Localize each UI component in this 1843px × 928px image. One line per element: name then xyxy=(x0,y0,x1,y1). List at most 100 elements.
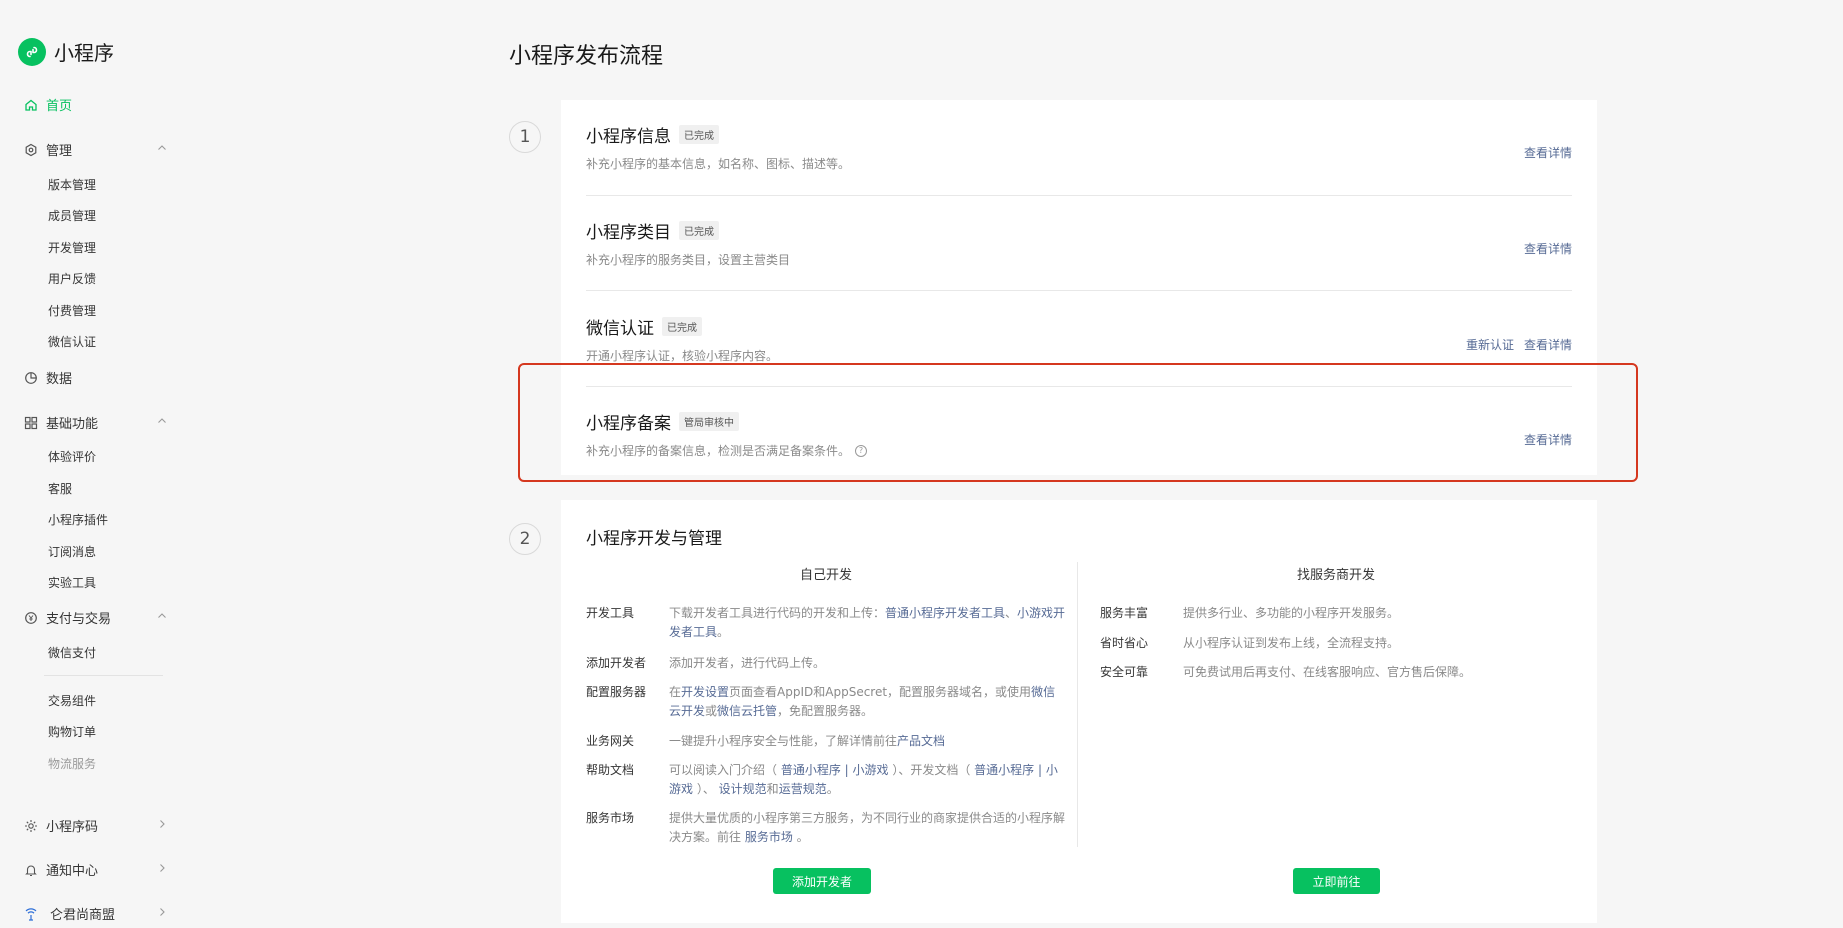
info-label: 安全可靠 xyxy=(1100,665,1149,679)
page-title: 小程序发布流程 xyxy=(509,44,664,69)
nav-group-manage-label: 管理 xyxy=(46,144,73,159)
sidebar-item-subscribe[interactable]: 订阅消息 xyxy=(48,543,96,560)
sidebar-item-wechat-pay[interactable]: 微信支付 xyxy=(48,644,96,661)
info-text: 可以阅读入门介绍（ xyxy=(669,763,781,777)
info-text: 在 xyxy=(669,685,682,699)
sun-icon xyxy=(24,819,38,833)
link-product-docs[interactable]: 产品文档 xyxy=(897,734,945,748)
info-text: 下载开发者工具进行代码的开发和上传： xyxy=(669,606,886,620)
link-service-market[interactable]: 服务市场 xyxy=(745,830,793,844)
link-design-spec[interactable]: 设计规范 xyxy=(719,782,767,796)
link-ops-spec[interactable]: 运营规范 xyxy=(779,782,827,796)
info-text: ）、开发文档（ xyxy=(888,763,975,777)
sidebar-item-rating[interactable]: 体验评价 xyxy=(48,448,96,465)
nav-group-qrcode[interactable]: 小程序码 xyxy=(24,816,168,835)
nav-group-alliance[interactable]: 仑君尚商盟 xyxy=(24,904,168,923)
link-dev-settings[interactable]: 开发设置 xyxy=(681,685,729,699)
info-text: | xyxy=(840,763,853,777)
app-logo[interactable]: 小程序 xyxy=(18,37,114,66)
info-text: 、 xyxy=(1005,606,1018,620)
nav-group-pay[interactable]: 支付与交易 xyxy=(24,608,168,627)
view-details-link[interactable]: 查看详情 xyxy=(1524,336,1572,353)
nav-group-basic[interactable]: 基础功能 xyxy=(24,413,168,432)
info-label: 帮助文档 xyxy=(586,763,635,777)
step-title: 小程序类目 xyxy=(586,223,671,243)
nav-group-alliance-label: 仑君尚商盟 xyxy=(50,908,116,923)
settings-hex-icon xyxy=(24,143,38,157)
step-row-category: 小程序类目 已完成 补充小程序的服务类目，设置主营类目 查看详情 xyxy=(586,218,1572,268)
miniprogram-logo-icon xyxy=(18,37,46,66)
step-desc: 补充小程序的服务类目，设置主营类目 xyxy=(586,253,791,267)
nav-group-manage[interactable]: 管理 xyxy=(24,140,168,159)
view-details-link[interactable]: 查看详情 xyxy=(1524,240,1572,257)
info-label: 开发工具 xyxy=(586,606,635,620)
step-row-info: 小程序信息 已完成 补充小程序的基本信息，如名称、图标、描述等。 查看详情 xyxy=(586,122,1572,172)
sidebar: 小程序 首页 管理 版本管理 成员管理 开发管理 用户反馈 付费管理 微信认证 … xyxy=(0,0,190,928)
info-text: | xyxy=(1034,763,1046,777)
app-name: 小程序 xyxy=(54,41,114,65)
dev-manage-card: 小程序开发与管理 自己开发 找服务商开发 开发工具 下载开发者工具进行代码的开发… xyxy=(561,500,1597,923)
step-title: 微信认证 xyxy=(586,319,654,339)
chevron-up-icon xyxy=(156,415,168,431)
sidebar-item-billing[interactable]: 付费管理 xyxy=(48,302,96,319)
nav-group-pay-label: 支付与交易 xyxy=(46,612,112,627)
info-text: 提供大量优质的小程序第三方服务，为不同行业的商家提供合适的小程序解决方案。前往 xyxy=(669,811,1066,844)
nav-group-basic-label: 基础功能 xyxy=(46,417,99,432)
sidebar-item-orders[interactable]: 购物订单 xyxy=(48,723,96,740)
chevron-up-icon xyxy=(156,142,168,158)
publish-steps-card: 小程序信息 已完成 补充小程序的基本信息，如名称、图标、描述等。 查看详情 小程序… xyxy=(561,100,1597,475)
view-details-link[interactable]: 查看详情 xyxy=(1524,144,1572,161)
nav-data[interactable]: 数据 xyxy=(24,368,72,387)
link-intro-game[interactable]: 小游戏 xyxy=(853,763,889,777)
step-title: 小程序备案 xyxy=(586,414,671,434)
nav-home-label: 首页 xyxy=(46,99,73,114)
nav-home[interactable]: 首页 xyxy=(24,95,72,114)
info-label: 服务丰富 xyxy=(1100,606,1149,620)
grid-icon xyxy=(24,416,38,430)
sidebar-item-trade-component[interactable]: 交易组件 xyxy=(48,692,96,709)
step-row-verify: 微信认证 已完成 开通小程序认证，核验小程序内容。 重新认证 查看详情 xyxy=(586,314,1572,364)
link-ordinary-devtools[interactable]: 普通小程序开发者工具 xyxy=(885,606,1005,620)
row-divider xyxy=(586,195,1572,196)
help-icon[interactable]: ? xyxy=(855,444,868,457)
info-label: 服务市场 xyxy=(586,811,635,825)
nav-data-label: 数据 xyxy=(46,372,73,387)
reverify-link[interactable]: 重新认证 xyxy=(1466,336,1514,353)
link-docs-ordinary[interactable]: 普通小程序 xyxy=(974,763,1034,777)
link-cloud-hosting[interactable]: 微信云托管 xyxy=(717,704,777,718)
sidebar-item-customer-service[interactable]: 客服 xyxy=(48,480,72,497)
chevron-up-icon xyxy=(156,610,168,626)
info-text: 或 xyxy=(705,704,718,718)
info-text: ，免配置服务器。 xyxy=(777,704,874,718)
chevron-right-icon xyxy=(156,906,168,922)
link-intro-ordinary[interactable]: 普通小程序 xyxy=(781,763,841,777)
go-now-button[interactable]: 立即前往 xyxy=(1293,868,1380,894)
step-number-2: 2 xyxy=(509,523,541,555)
info-text: 。 xyxy=(717,625,730,639)
pie-chart-icon xyxy=(24,371,38,385)
sidebar-divider xyxy=(44,675,163,676)
sidebar-item-logistics[interactable]: 物流服务 xyxy=(48,755,96,772)
sidebar-item-lab[interactable]: 实验工具 xyxy=(48,574,96,591)
status-badge: 已完成 xyxy=(679,221,719,240)
sidebar-item-version[interactable]: 版本管理 xyxy=(48,176,96,193)
step-number-1: 1 xyxy=(509,121,541,153)
sidebar-item-dev[interactable]: 开发管理 xyxy=(48,239,96,256)
sidebar-item-wechat-verify[interactable]: 微信认证 xyxy=(48,333,96,350)
status-badge: 管局审核中 xyxy=(679,412,739,431)
info-text: ）、 xyxy=(693,782,719,796)
info-text: 。 xyxy=(792,830,809,844)
home-icon xyxy=(24,98,38,112)
sidebar-item-members[interactable]: 成员管理 xyxy=(48,207,96,224)
add-developer-button[interactable]: 添加开发者 xyxy=(773,868,871,894)
row-divider xyxy=(586,290,1572,291)
nav-group-notify[interactable]: 通知中心 xyxy=(24,860,168,879)
sidebar-item-feedback[interactable]: 用户反馈 xyxy=(48,270,96,287)
info-label: 配置服务器 xyxy=(586,685,647,699)
view-details-link[interactable]: 查看详情 xyxy=(1524,431,1572,448)
signal-icon xyxy=(24,907,38,921)
info-label: 业务网关 xyxy=(586,734,635,748)
sidebar-item-plugins[interactable]: 小程序插件 xyxy=(48,511,108,528)
chevron-right-icon xyxy=(156,818,168,834)
info-text: 和 xyxy=(766,782,779,796)
